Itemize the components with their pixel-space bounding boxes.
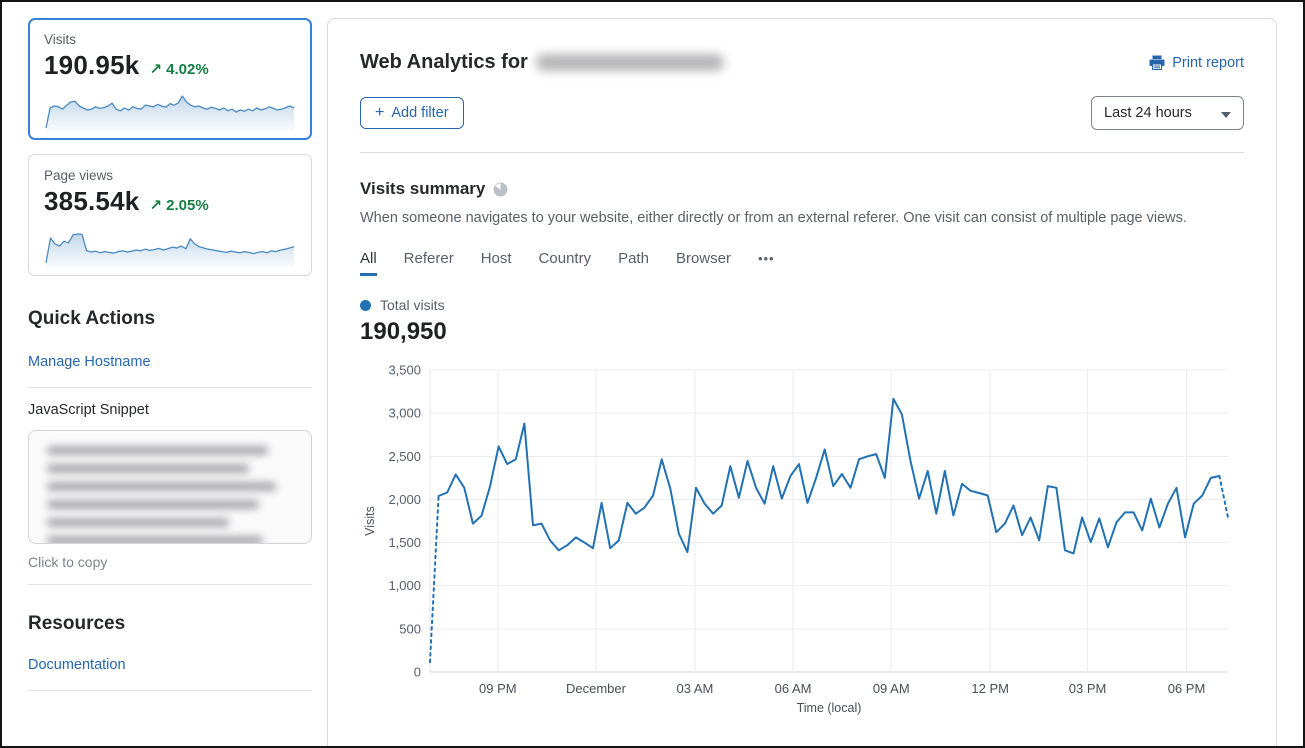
svg-text:12 PM: 12 PM — [971, 681, 1009, 696]
documentation-link[interactable]: Documentation — [28, 657, 126, 673]
chart-legend: Total visits — [360, 297, 1244, 313]
svg-text:06 PM: 06 PM — [1168, 681, 1206, 696]
tab-more[interactable]: ••• — [758, 251, 775, 266]
svg-text:3,000: 3,000 — [388, 406, 421, 421]
printer-icon — [1149, 55, 1165, 70]
visits-summary-description: When someone navigates to your website, … — [360, 210, 1244, 226]
svg-text:2,000: 2,000 — [388, 492, 421, 507]
divider — [28, 584, 312, 585]
tab-host[interactable]: Host — [481, 250, 512, 267]
plus-icon: + — [375, 105, 384, 121]
visits-card-value: 190.95k — [44, 50, 139, 81]
svg-text:1,500: 1,500 — [388, 535, 421, 550]
svg-text:03 PM: 03 PM — [1069, 681, 1107, 696]
tab-browser[interactable]: Browser — [676, 250, 731, 267]
add-filter-button[interactable]: + Add filter — [360, 97, 464, 129]
print-report-link[interactable]: Print report — [1149, 55, 1244, 71]
legend-dot-icon — [360, 300, 371, 311]
js-snippet-box-redacted[interactable] — [28, 430, 312, 544]
svg-text:Time (local): Time (local) — [797, 701, 862, 715]
redacted-code-line — [47, 500, 259, 509]
chevron-down-icon — [1221, 112, 1231, 118]
manage-hostname-link[interactable]: Manage Hostname — [28, 354, 151, 370]
time-range-select[interactable]: Last 24 hours — [1091, 96, 1244, 130]
site-domain-redacted — [536, 54, 724, 71]
page-title: Web Analytics for — [360, 51, 724, 74]
resources-heading: Resources — [28, 613, 312, 635]
redacted-code-line — [47, 482, 276, 491]
svg-text:0: 0 — [414, 665, 421, 680]
visits-summary-section: Visits summary When someone navigates to… — [328, 179, 1276, 718]
tab-country[interactable]: Country — [539, 250, 592, 267]
redacted-code-line — [47, 464, 249, 473]
click-to-copy-hint: Click to copy — [28, 554, 312, 570]
svg-text:December: December — [566, 681, 627, 696]
visits-sparkline-chart — [44, 85, 296, 133]
visits-card-change: ↗ 4.02% — [149, 60, 208, 78]
app-window: Visits 190.95k ↗ 4.02% Page views 385.54… — [0, 0, 1305, 748]
svg-text:09 AM: 09 AM — [873, 681, 910, 696]
total-visits-value: 190,950 — [360, 318, 1244, 346]
tab-referer[interactable]: Referer — [404, 250, 454, 267]
tab-path[interactable]: Path — [618, 250, 649, 267]
svg-text:3,500: 3,500 — [388, 363, 421, 378]
redacted-code-line — [47, 446, 268, 455]
divider — [360, 152, 1244, 153]
svg-text:Visits: Visits — [363, 506, 377, 536]
pie-chart-icon — [493, 182, 508, 197]
svg-text:2,500: 2,500 — [388, 449, 421, 464]
legend-label: Total visits — [380, 297, 445, 313]
svg-text:1,000: 1,000 — [388, 578, 421, 593]
tab-all[interactable]: All — [360, 250, 377, 267]
sidebar: Visits 190.95k ↗ 4.02% Page views 385.54… — [28, 18, 312, 691]
trend-up-icon: ↗ — [149, 197, 162, 214]
pageviews-card-value: 385.54k — [44, 186, 139, 217]
redacted-code-line — [47, 518, 229, 527]
pageviews-sparkline-chart — [44, 221, 296, 269]
visits-summary-chart: 0 500 1,000 1,500 2,000 2,500 3,000 3,500 09 PM D… — [360, 360, 1244, 718]
visits-summary-title: Visits summary — [360, 179, 485, 199]
visits-card-label: Visits — [44, 32, 296, 47]
redacted-code-line — [47, 536, 263, 544]
trend-up-icon: ↗ — [149, 61, 162, 78]
main-panel: Web Analytics for Print report + — [327, 18, 1277, 748]
visits-metric-card[interactable]: Visits 190.95k ↗ 4.02% — [28, 18, 312, 140]
svg-text:09 PM: 09 PM — [479, 681, 517, 696]
svg-text:06 AM: 06 AM — [775, 681, 812, 696]
pageviews-metric-card[interactable]: Page views 385.54k ↗ 2.05% — [28, 154, 312, 276]
js-snippet-label: JavaScript Snippet — [28, 402, 312, 418]
pageviews-card-change: ↗ 2.05% — [149, 196, 208, 214]
dimension-tabs: All Referer Host Country Path Browser ••• — [360, 250, 1244, 267]
divider — [28, 387, 312, 388]
pageviews-card-label: Page views — [44, 168, 296, 183]
svg-text:500: 500 — [399, 621, 421, 636]
svg-text:03 AM: 03 AM — [677, 681, 714, 696]
divider — [28, 690, 312, 691]
quick-actions-heading: Quick Actions — [28, 308, 312, 330]
